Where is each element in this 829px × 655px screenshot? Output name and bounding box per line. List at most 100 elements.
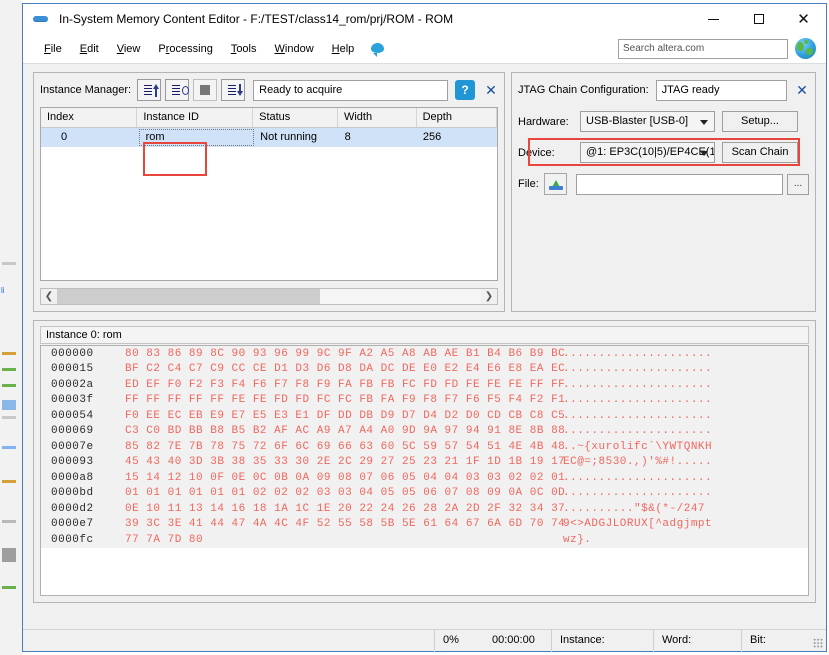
window-title: In-System Memory Content Editor - F:/TES… — [59, 12, 454, 26]
instance-table: Index Instance ID Status Width Depth 0 r… — [40, 107, 498, 281]
scroll-track[interactable] — [57, 289, 481, 304]
menu-view[interactable]: View — [108, 40, 150, 58]
app-root: li In-System Memory Content Editor - F:/… — [0, 0, 829, 655]
hex-ascii: ..................... — [563, 471, 713, 484]
hex-bytes[interactable]: 15 14 12 10 0F 0E 0C 0B 0A 09 08 07 06 0… — [125, 472, 565, 484]
progress-value: 0% — [434, 629, 484, 652]
device-label: Device: — [518, 146, 555, 159]
instance-table-hscrollbar[interactable]: ❮ ❯ — [40, 288, 498, 305]
elapsed-time: 00:00:00 — [492, 633, 535, 646]
bit-status-label: Bit: — [741, 629, 811, 652]
memory-content-panel: Instance 0: rom 000000 80 83 86 89 8C 90 … — [33, 320, 816, 603]
hex-row[interactable]: 000093 45 43 40 3D 3B 38 35 33 30 2E 2C 2… — [41, 455, 808, 471]
resize-grip-icon[interactable] — [813, 638, 823, 648]
scan-chain-button[interactable]: Scan Chain — [722, 142, 798, 163]
status-spacer — [23, 630, 434, 652]
instance-manager-close-icon[interactable]: ✕ — [484, 82, 498, 99]
cell-status: Not running — [260, 131, 318, 143]
scroll-thumb[interactable] — [57, 289, 320, 304]
table-row[interactable]: 0 rom Not running 8 256 — [41, 128, 497, 147]
main-window: In-System Memory Content Editor - F:/TES… — [22, 3, 827, 652]
globe-icon[interactable] — [795, 38, 816, 59]
hex-row[interactable]: 0000a8 15 14 12 10 0F 0E 0C 0B 0A 09 08 0… — [41, 470, 808, 486]
hex-row[interactable]: 0000d2 0E 10 11 13 14 16 18 1A 1C 1E 20 2… — [41, 501, 808, 517]
hex-address: 000093 — [51, 456, 94, 469]
hex-bytes[interactable]: 80 83 86 89 8C 90 93 96 99 9C 9F A2 A5 A… — [125, 348, 565, 360]
hex-row[interactable]: 0000bd 01 01 01 01 01 01 02 02 02 03 03 0… — [41, 486, 808, 502]
hex-bytes[interactable]: ED EF F0 F2 F3 F4 F6 F7 F8 F9 FA FB FB F… — [125, 379, 565, 391]
continuous-read-button[interactable] — [165, 79, 190, 101]
hex-bytes[interactable]: FF FF FF FF FF FE FE FD FD FC FC FB FA F… — [125, 394, 565, 406]
hex-row[interactable]: 000000 80 83 86 89 8C 90 93 96 99 9C 9F A… — [41, 346, 808, 362]
menu-window[interactable]: Window — [266, 40, 323, 58]
hex-ascii: ..~{xurolifc`\YWTQNKH — [563, 440, 713, 453]
setup-button[interactable]: Setup... — [722, 111, 798, 132]
hex-row[interactable]: 00007e 85 82 7E 7B 78 75 72 6F 6C 69 66 6… — [41, 439, 808, 455]
hex-bytes[interactable]: 01 01 01 01 01 01 02 02 02 03 03 04 05 0… — [125, 487, 565, 499]
hex-row[interactable]: 00002a ED EF F0 F2 F3 F4 F6 F7 F8 F9 FA F… — [41, 377, 808, 393]
hex-bytes[interactable]: 77 7A 7D 80 — [125, 534, 545, 546]
browse-button[interactable]: ... — [787, 173, 809, 195]
cell-index: 0 — [61, 131, 68, 143]
hex-address: 000000 — [51, 347, 94, 360]
hex-row[interactable]: 000054 F0 EE EC EB E9 E7 E5 E3 E1 DF DD D… — [41, 408, 808, 424]
close-button[interactable]: ✕ — [781, 4, 826, 34]
column-header-status[interactable]: Status — [253, 108, 338, 127]
hex-ascii: ..................... — [563, 487, 713, 500]
hex-editor[interactable]: 000000 80 83 86 89 8C 90 93 96 99 9C 9F A… — [40, 345, 809, 596]
column-header-index[interactable]: Index — [41, 108, 138, 127]
scroll-right-icon[interactable]: ❯ — [481, 291, 497, 302]
jtag-status-field[interactable]: JTAG ready — [655, 79, 787, 101]
hex-row[interactable]: 00003f FF FF FF FF FF FE FE FD FD FC FC F… — [41, 393, 808, 409]
maximize-button[interactable] — [736, 4, 781, 34]
hex-address: 00002a — [51, 378, 94, 391]
hex-ascii: ..................... — [563, 409, 713, 422]
hex-bytes[interactable]: BF C2 C4 C7 C9 CC CE D1 D3 D6 D8 DA DC D… — [125, 363, 565, 375]
instance-manager-panel: Instance Manager: Ready to acquire ? ✕ I… — [33, 72, 505, 312]
hex-bytes[interactable]: 85 82 7E 7B 78 75 72 6F 6C 69 66 63 60 5… — [125, 441, 565, 453]
menu-edit[interactable]: Edit — [71, 40, 108, 58]
acquire-status-field[interactable]: Ready to acquire — [253, 79, 448, 101]
hex-bytes[interactable]: C3 C0 BD BB B8 B5 B2 AF AC A9 A7 A4 A0 9… — [125, 425, 565, 437]
hex-ascii: 9<>ADGJLORUX[^adgjmpt — [563, 518, 713, 531]
hex-ascii: ..................... — [563, 363, 713, 376]
menu-file[interactable]: File — [35, 40, 71, 58]
download-chain-icon[interactable] — [544, 173, 567, 195]
column-header-instance-id[interactable]: Instance ID — [137, 108, 254, 127]
file-path-input[interactable] — [576, 173, 783, 195]
column-header-depth[interactable]: Depth — [417, 108, 497, 127]
column-header-width[interactable]: Width — [338, 108, 417, 127]
hex-bytes[interactable]: 0E 10 11 13 14 16 18 1A 1C 1E 20 22 24 2… — [125, 503, 565, 515]
stop-button[interactable] — [193, 79, 218, 101]
menu-bar: File Edit View Processing Tools Window H… — [23, 34, 826, 64]
speech-bubble-icon[interactable] — [371, 42, 385, 57]
jtag-close-icon[interactable]: ✕ — [795, 82, 809, 99]
read-memory-button[interactable] — [137, 79, 162, 101]
cell-depth: 256 — [422, 131, 442, 143]
app-icon — [33, 16, 53, 22]
menu-processing[interactable]: Processing — [149, 40, 221, 58]
hardware-select[interactable]: USB-Blaster [USB-0] — [580, 111, 715, 132]
hex-ascii: ..................... — [563, 425, 713, 438]
hex-instance-title: Instance 0: rom — [40, 326, 809, 344]
menu-help[interactable]: Help — [323, 40, 364, 58]
minimize-button[interactable] — [691, 4, 736, 34]
hex-row[interactable]: 000015 BF C2 C4 C7 C9 CC CE D1 D3 D6 D8 D… — [41, 362, 808, 378]
file-row: File: ... — [518, 173, 809, 195]
device-row: Device: @1: EP3C(10|5)/EP4CE(10 Scan Cha… — [518, 142, 809, 163]
hex-bytes[interactable]: 39 3C 3E 41 44 47 4A 4C 4F 52 55 58 5B 5… — [125, 518, 565, 530]
hex-bytes[interactable]: F0 EE EC EB E9 E7 E5 E3 E1 DF DD DB D9 D… — [125, 410, 565, 422]
device-select[interactable]: @1: EP3C(10|5)/EP4CE(10 — [580, 142, 715, 163]
instance-manager-toolbar-row: Instance Manager: Ready to acquire ? ✕ — [40, 79, 498, 101]
hex-address: 00007e — [51, 440, 94, 453]
menu-tools[interactable]: Tools — [222, 40, 266, 58]
help-icon[interactable]: ? — [455, 80, 475, 100]
cell-instance-id[interactable]: rom — [138, 129, 255, 146]
hex-bytes[interactable]: 45 43 40 3D 3B 38 35 33 30 2E 2C 29 27 2… — [125, 456, 565, 468]
write-memory-button[interactable] — [221, 79, 246, 101]
search-input[interactable]: Search altera.com — [618, 39, 788, 59]
hex-row[interactable]: 0000e7 39 3C 3E 41 44 47 4A 4C 4F 52 55 5… — [41, 517, 808, 533]
hex-row[interactable]: 0000fc 77 7A 7D 80 wz}. — [41, 532, 808, 548]
scroll-left-icon[interactable]: ❮ — [41, 291, 57, 302]
hex-row[interactable]: 000069 C3 C0 BD BB B8 B5 B2 AF AC A9 A7 A… — [41, 424, 808, 440]
